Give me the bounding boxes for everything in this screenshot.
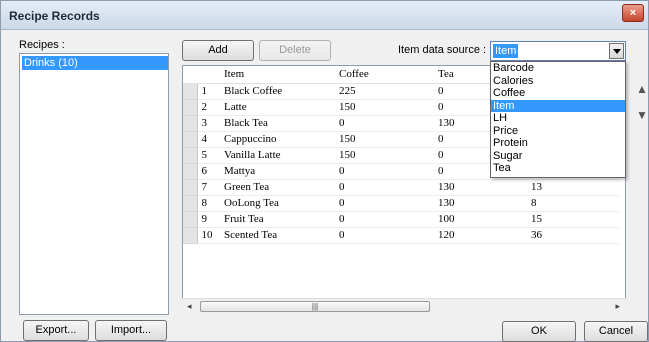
ok-button[interactable]: OK (502, 321, 576, 342)
row-header[interactable] (183, 179, 198, 196)
add-button[interactable]: Add (182, 40, 254, 61)
cell-item: Latte (221, 99, 337, 116)
row-number: 3 (197, 115, 221, 132)
cell-coffee: 0 (337, 115, 437, 132)
cell-item: Mattya (221, 163, 337, 180)
row-header[interactable] (183, 195, 198, 212)
item-source-value: Item (493, 44, 519, 58)
cell-item: Black Tea (221, 115, 337, 132)
move-up-icon[interactable]: ▲ (635, 81, 649, 97)
cell-coffee: 150 (337, 99, 437, 116)
row-header[interactable] (183, 115, 198, 132)
row-number: 4 (197, 131, 221, 148)
cell-hidden-column: 36 (529, 227, 619, 244)
move-down-icon[interactable]: ▼ (635, 107, 649, 123)
cell-hidden-column: 8 (529, 195, 619, 212)
row-number: 2 (197, 99, 221, 116)
cell-tea: 130 (437, 179, 529, 196)
table-row[interactable]: 10 Scented Tea 0 120 36 (183, 227, 619, 244)
row-number: 7 (197, 179, 221, 196)
row-header[interactable] (183, 131, 198, 148)
column-header-item[interactable]: Item (221, 66, 337, 84)
row-number: 1 (197, 83, 221, 100)
title-bar: Recipe Records × (1, 1, 648, 30)
cell-item: OoLong Tea (221, 195, 337, 212)
cell-item: Black Coffee (221, 83, 337, 100)
cell-coffee: 150 (337, 147, 437, 164)
cell-item: Vanilla Latte (221, 147, 337, 164)
row-number: 10 (197, 227, 221, 244)
option-tea[interactable]: Tea (491, 162, 625, 175)
cell-coffee: 0 (337, 163, 437, 180)
option-calories[interactable]: Calories (491, 75, 625, 88)
cell-coffee: 0 (337, 179, 437, 196)
item-source-label: Item data source : (398, 44, 487, 56)
row-number: 6 (197, 163, 221, 180)
table-row[interactable]: 9 Fruit Tea 0 100 15 (183, 211, 619, 228)
row-header[interactable] (183, 227, 198, 244)
cell-hidden-column: 13 (529, 179, 619, 196)
recipes-label: Recipes : (19, 39, 65, 51)
column-header-coffee[interactable]: Coffee (337, 66, 437, 84)
row-number: 9 (197, 211, 221, 228)
cell-tea: 100 (437, 211, 529, 228)
cell-hidden-column: 15 (529, 211, 619, 228)
header-corner (183, 66, 197, 84)
scroll-right-icon[interactable]: ▸ (615, 301, 620, 312)
recipe-item-drinks[interactable]: Drinks (10) (22, 56, 168, 70)
option-coffee[interactable]: Coffee (491, 87, 625, 100)
option-item[interactable]: Item (491, 99, 625, 112)
cell-coffee: 225 (337, 83, 437, 100)
cell-item: Fruit Tea (221, 211, 337, 228)
cell-coffee: 0 (337, 227, 437, 244)
scroll-thumb[interactable]: ||| (200, 301, 430, 312)
row-header[interactable] (183, 99, 198, 116)
horizontal-scrollbar[interactable]: ◂ ||| ▸ (182, 298, 626, 314)
cell-coffee: 150 (337, 131, 437, 148)
row-header[interactable] (183, 83, 198, 100)
table-row[interactable]: 8 OoLong Tea 0 130 8 (183, 195, 619, 212)
option-protein[interactable]: Protein (491, 137, 625, 150)
option-lh[interactable]: LH (491, 112, 625, 125)
cell-tea: 130 (437, 195, 529, 212)
export-button[interactable]: Export... (23, 320, 89, 341)
row-header[interactable] (183, 211, 198, 228)
table-row[interactable]: 7 Green Tea 0 130 13 (183, 179, 619, 196)
window-title: Recipe Records (9, 9, 100, 23)
cell-item: Cappuccino (221, 131, 337, 148)
import-button[interactable]: Import... (95, 320, 167, 341)
cell-item: Scented Tea (221, 227, 337, 244)
option-sugar[interactable]: Sugar (491, 150, 625, 163)
chevron-down-icon[interactable] (609, 43, 624, 59)
delete-button[interactable]: Delete (259, 40, 331, 61)
item-source-select[interactable]: Item (490, 41, 626, 61)
header-index (197, 66, 221, 84)
item-source-dropdown: Barcode Calories Coffee Item LH Price Pr… (490, 61, 626, 178)
cell-coffee: 0 (337, 211, 437, 228)
row-number: 5 (197, 147, 221, 164)
row-number: 8 (197, 195, 221, 212)
cell-coffee: 0 (337, 195, 437, 212)
option-barcode[interactable]: Barcode (491, 62, 625, 75)
row-header[interactable] (183, 163, 198, 180)
close-button[interactable]: × (622, 4, 644, 22)
cancel-button[interactable]: Cancel (584, 321, 648, 342)
recipe-records-dialog: Recipe Records × Recipes : Drinks (10) A… (0, 0, 649, 342)
cell-tea: 120 (437, 227, 529, 244)
scroll-left-icon[interactable]: ◂ (187, 301, 192, 312)
row-header[interactable] (183, 147, 198, 164)
cell-item: Green Tea (221, 179, 337, 196)
option-price[interactable]: Price (491, 125, 625, 138)
recipes-list[interactable]: Drinks (10) (19, 53, 169, 315)
